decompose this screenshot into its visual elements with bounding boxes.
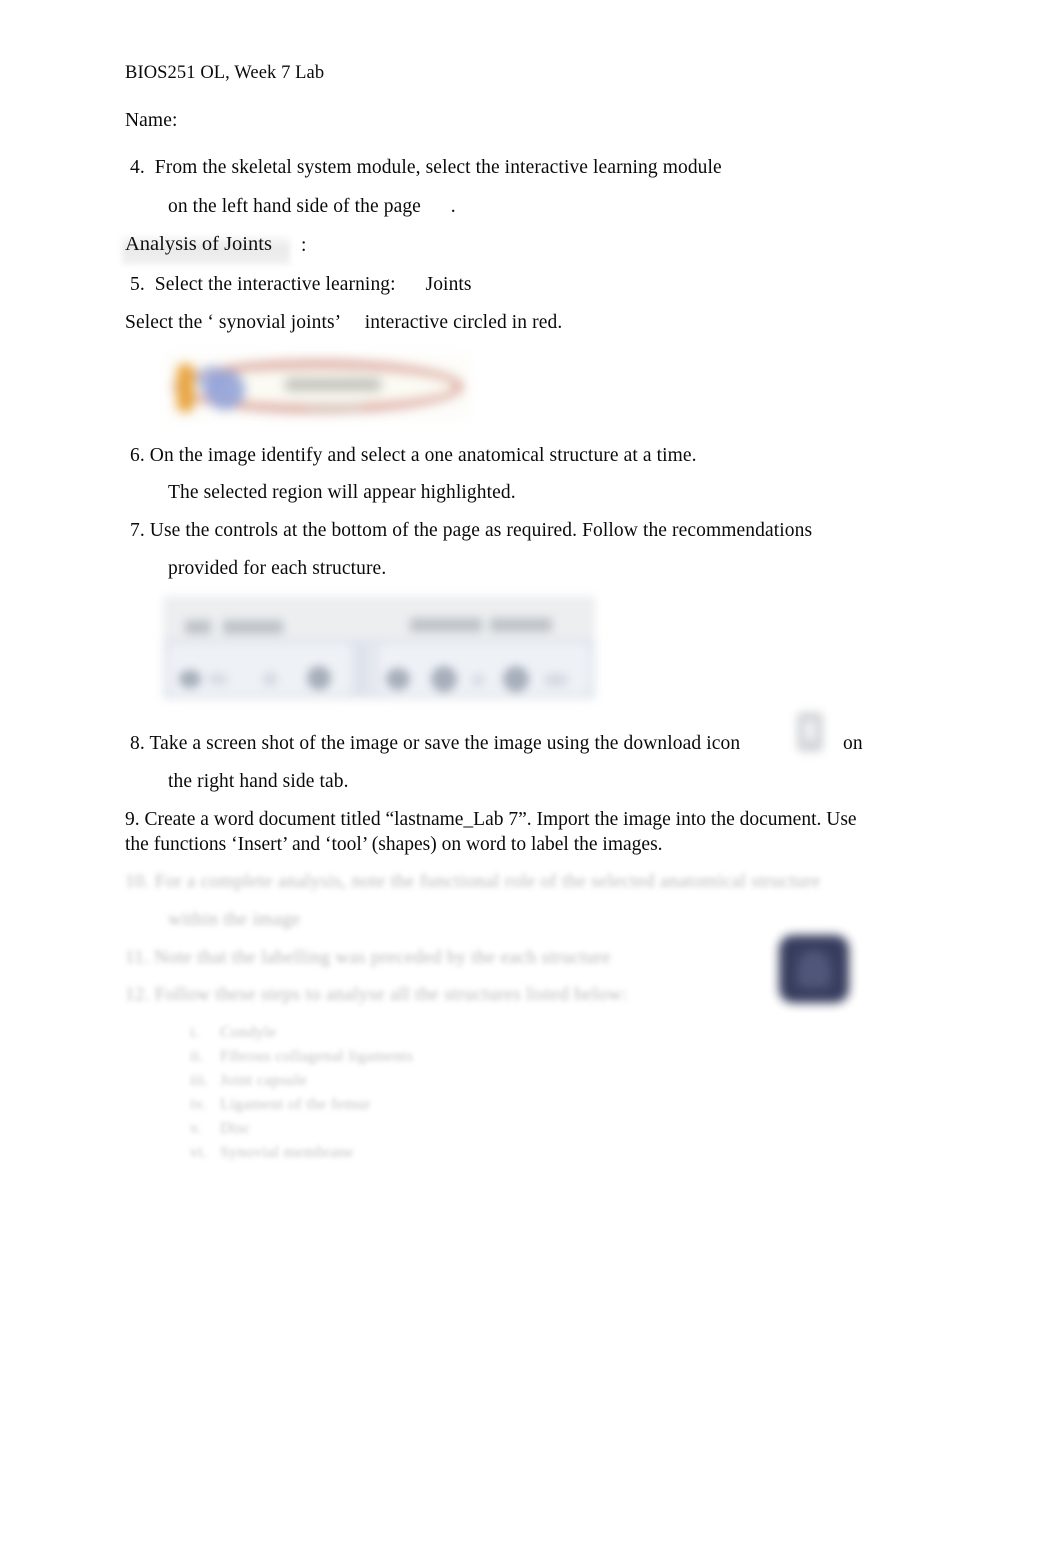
section-heading-analysis-of-joints: Analysis of Joints: [122, 233, 290, 265]
download-icon-arrow: [804, 720, 816, 740]
banner-label-text: [285, 378, 381, 391]
step-9: 9. Create a word document titled “lastna…: [125, 809, 857, 855]
name-field-label: Name:: [125, 110, 178, 131]
step-10-line-1-blurred: 10. For a complete analysis, note the fu…: [125, 871, 821, 892]
redacted-list-item-2: Fibrous collagenal ligaments: [220, 1048, 414, 1065]
banner-sublabel-text: [307, 404, 363, 411]
app-icon-glyph: [797, 949, 831, 989]
anatomy-controls-panel[interactable]: [379, 644, 589, 694]
redacted-list-marker-3: iii.: [190, 1072, 209, 1089]
redacted-list-marker-1: i.: [190, 1024, 200, 1041]
step-12-blurred: 12. Follow these steps to analyse all th…: [125, 984, 628, 1005]
step-8-line-2: the right hand side tab.: [168, 771, 349, 792]
anatomy-controls-label-part-1: [410, 618, 482, 632]
redacted-list-item-5: Disc: [220, 1120, 251, 1137]
layer-controls-label-part-1: [185, 620, 211, 634]
toolbar-icon-1[interactable]: [179, 670, 201, 688]
step-5: 5. Select the interactive learning: Join…: [130, 274, 472, 295]
redacted-list-marker-2: ii.: [190, 1048, 204, 1065]
redacted-list-marker-5: v.: [190, 1120, 202, 1137]
toolbar-icon-6[interactable]: [431, 666, 457, 692]
select-synovial-instruction: Select the ‘ synovial joints’ interactiv…: [125, 312, 563, 333]
redacted-list-item-6: Synovial membrane: [220, 1144, 354, 1161]
redacted-list-item-4: Ligament of the femur: [220, 1096, 371, 1113]
step-4-line-2: on the left hand side of the page .: [168, 196, 456, 217]
anatomy-controls-toolbar-screenshot: [163, 596, 595, 700]
download-icon: [797, 712, 823, 752]
document-header: BIOS251 OL, Week 7 Lab: [125, 63, 325, 83]
redacted-list-marker-4: iv.: [190, 1096, 207, 1113]
toolbar-icon-3[interactable]: [263, 672, 277, 686]
toolbar-divider: [359, 642, 362, 694]
app-icon: [779, 935, 849, 1003]
step-8-line-1: 8. Take a screen shot of the image or sa…: [130, 733, 741, 754]
heading-label: Analysis of Joints: [125, 233, 272, 255]
orange-bar-icon: [177, 364, 194, 412]
step-7-line-2: provided for each structure.: [168, 558, 387, 579]
step-8-line-1-tail: on: [843, 733, 863, 754]
toolbar-icon-7[interactable]: [472, 674, 484, 686]
heading-colon: :: [301, 235, 307, 256]
step-7-line-1: 7. Use the controls at the bottom of the…: [130, 520, 813, 541]
step-10-line-2-blurred: within the image: [168, 909, 301, 930]
toolbar-icon-9[interactable]: [545, 674, 567, 686]
blue-circle-icon: [205, 370, 245, 410]
anatomy-controls-label-part-2: [490, 618, 552, 632]
document-page: BIOS251 OL, Week 7 Lab Name: 4. From the…: [0, 0, 1062, 1561]
redacted-list-item-1: Condyle: [220, 1024, 277, 1041]
step-6-line-2: The selected region will appear highligh…: [168, 482, 516, 503]
redacted-list-item-3: Joint capsule: [220, 1072, 307, 1089]
toolbar-icon-4[interactable]: [307, 666, 331, 690]
redacted-list-marker-6: vi.: [190, 1144, 208, 1161]
layer-controls-label-part-2: [223, 620, 283, 634]
toolbar-icon-5[interactable]: [386, 668, 410, 690]
toolbar-icon-8[interactable]: [503, 666, 529, 692]
step-11-blurred: 11. Note that the labelling was preceded…: [125, 947, 611, 968]
toolbar-icon-2[interactable]: [209, 674, 227, 684]
step-6-line-1: 6. On the image identify and select a on…: [130, 445, 697, 466]
synovial-joints-banner-screenshot: [167, 352, 469, 422]
step-4-line-1: 4. From the skeletal system module, sele…: [130, 157, 722, 178]
